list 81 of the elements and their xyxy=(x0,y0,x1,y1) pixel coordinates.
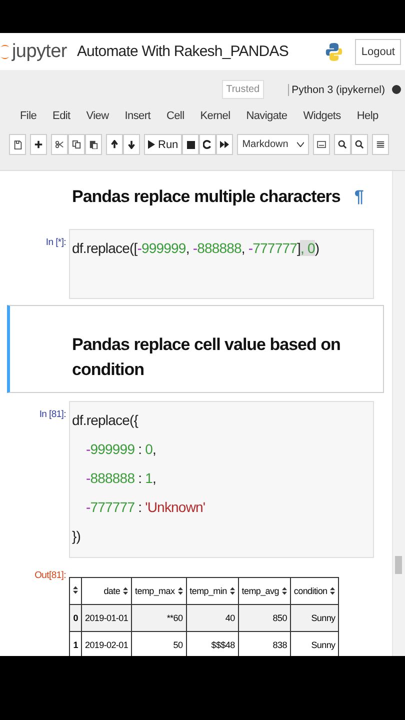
fast-forward-icon xyxy=(220,140,230,149)
arrow-up-icon xyxy=(110,140,119,149)
table-cell: 0 xyxy=(70,604,82,632)
kernel-name: Python 3 (ipykernel) xyxy=(288,84,385,96)
code-line: -777777 : 'Unknown' xyxy=(85,498,206,517)
add-cell-button[interactable] xyxy=(30,134,47,155)
code-cell[interactable]: df.replace({ -999999 : 0, -888888 : 1, -777777 : 'Unknown' }) xyxy=(69,401,374,558)
arrow-down-icon xyxy=(127,140,136,149)
zoom-out-icon xyxy=(355,140,364,149)
stop-icon xyxy=(186,140,195,148)
menu-item[interactable]: File xyxy=(20,110,37,122)
code-line: -999999 : 0, xyxy=(85,440,157,459)
menu-item[interactable]: Navigate xyxy=(246,110,288,122)
sort-icon xyxy=(123,587,128,595)
python-logo-icon xyxy=(325,40,344,62)
copy-icon xyxy=(72,140,81,149)
code-line: }) xyxy=(72,527,82,546)
input-prompt: In [*]: xyxy=(44,236,67,248)
table-cell: **60 xyxy=(132,604,186,632)
keyboard-button[interactable] xyxy=(313,134,330,155)
list-button[interactable] xyxy=(372,134,390,155)
menu-item[interactable]: Kernel xyxy=(200,110,230,122)
stop-button[interactable] xyxy=(182,134,200,155)
floppy-icon xyxy=(14,140,22,150)
menu-item[interactable]: Insert xyxy=(124,110,150,122)
move-up-button[interactable] xyxy=(106,134,123,155)
scissors-icon xyxy=(55,140,64,149)
code-line: -888888 : 1, xyxy=(85,469,157,488)
input-prompt: In [81]: xyxy=(38,408,67,420)
sort-icon xyxy=(330,587,336,595)
sort-icon xyxy=(178,587,183,595)
cell-type-select[interactable]: Markdown xyxy=(237,134,310,155)
keyboard-icon xyxy=(317,141,326,148)
save-button[interactable] xyxy=(9,134,26,155)
zoom-in-icon xyxy=(338,140,348,149)
column-header[interactable]: temp_max xyxy=(132,578,186,604)
notebook-title[interactable]: Automate With Rakesh_PANDAS xyxy=(76,43,326,60)
table-cell: 850 xyxy=(238,604,290,632)
run-button[interactable]: Run xyxy=(144,134,182,155)
sort-icon xyxy=(282,587,287,595)
menu-item[interactable]: Help xyxy=(356,110,378,122)
restart-button[interactable] xyxy=(199,134,216,155)
zoom-out-button[interactable] xyxy=(351,134,368,155)
code-line: df.replace([-999999, -888888, -777777], 0) xyxy=(72,239,320,258)
table-cell: Sunny xyxy=(290,604,339,632)
column-header[interactable]: condition xyxy=(290,578,339,604)
scrollbar[interactable] xyxy=(392,171,405,656)
column-header[interactable] xyxy=(70,578,82,604)
restart-icon xyxy=(203,140,212,149)
logout-button[interactable]: Logout xyxy=(355,38,401,64)
column-header[interactable]: temp_min xyxy=(186,578,238,604)
menu-item[interactable]: Cell xyxy=(166,110,184,122)
trusted-button[interactable]: Trusted xyxy=(222,80,264,99)
paste-button[interactable] xyxy=(85,134,102,155)
jupyter-logo[interactable]: jupyter xyxy=(0,40,67,62)
menu-item[interactable]: View xyxy=(86,110,109,122)
play-icon xyxy=(148,140,155,149)
code-cell[interactable]: df.replace([-999999, -888888, -777777], 0) xyxy=(69,229,374,299)
table-cell: 40 xyxy=(186,604,238,632)
section-heading: Pandas replace multiple characters ¶ xyxy=(72,186,364,208)
table-cell: 2019-01-01 xyxy=(82,604,132,632)
code-line: df.replace({ xyxy=(72,411,140,430)
output-prompt: Out[81]: xyxy=(34,569,67,581)
sort-icon xyxy=(73,586,78,594)
column-header[interactable]: date xyxy=(82,578,132,604)
markdown-cell[interactable]: Pandas replace cell value based on condition xyxy=(7,305,384,393)
move-down-button[interactable] xyxy=(123,134,140,155)
zoom-in-button[interactable] xyxy=(334,134,352,155)
section-heading: Pandas replace cell value based on condition xyxy=(72,334,342,381)
clipboard-icon xyxy=(89,140,98,149)
caret-icon xyxy=(297,142,304,147)
plus-icon xyxy=(34,140,43,149)
column-header[interactable]: temp_avg xyxy=(238,578,290,604)
list-icon xyxy=(376,140,386,149)
menu-item[interactable]: Edit xyxy=(52,110,70,122)
cut-button[interactable] xyxy=(51,134,68,155)
sort-icon xyxy=(230,587,235,595)
menu-item[interactable]: Widgets xyxy=(303,110,341,122)
fast-forward-button[interactable] xyxy=(216,134,234,155)
markdown-cell[interactable]: Pandas replace multiple characters ¶ xyxy=(7,183,384,229)
copy-button[interactable] xyxy=(68,134,85,155)
